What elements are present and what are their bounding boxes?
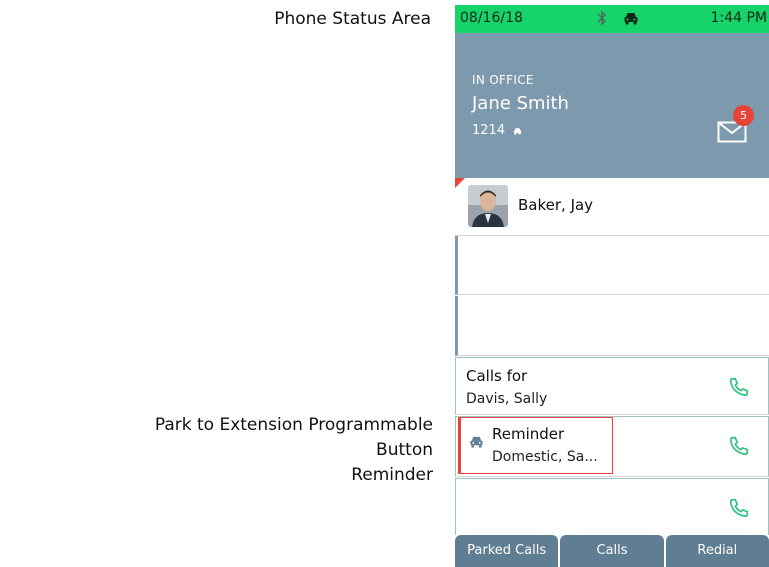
line-key-baker-jay[interactable]: Baker, Jay	[455, 178, 769, 236]
avatar	[468, 185, 508, 227]
softkey-redial[interactable]: Redial	[665, 535, 769, 567]
status-time: 1:44 PM	[710, 10, 767, 26]
user-name: Jane Smith	[472, 93, 569, 114]
softkey-calls[interactable]: Calls	[560, 535, 664, 567]
softkey-bar: Parked Calls Calls Redial	[455, 535, 769, 567]
phone-handset-icon[interactable]	[728, 435, 750, 457]
phone-screen: 08/16/18 1:44 PM IN OFFICE Jane Smith 12…	[455, 5, 769, 567]
callout-park-line1: Park to Extension Programmable Button	[154, 415, 433, 460]
presence-status: IN OFFICE	[472, 73, 534, 87]
line-key-subtitle: Davis, Sally	[466, 391, 548, 407]
status-date: 08/16/18	[460, 10, 523, 26]
line-key-calls-for[interactable]: Calls for Davis, Sally	[455, 357, 769, 415]
extension-number: 1214	[472, 123, 506, 138]
bluetooth-icon	[597, 10, 607, 26]
voicemail-count-badge: 5	[733, 105, 754, 126]
user-extension: 1214	[472, 123, 522, 138]
car-icon	[624, 13, 638, 25]
line-key-empty[interactable]	[455, 478, 769, 536]
line-key-subtitle: Domestic, Sa...	[492, 449, 598, 465]
callout-park-to-extension: Park to Extension Programmable Button Re…	[103, 413, 433, 488]
car-icon	[470, 436, 483, 448]
line-key-title: Reminder	[492, 425, 565, 443]
callout-phone-status-area: Phone Status Area	[274, 9, 431, 29]
phone-handset-icon[interactable]	[728, 497, 750, 519]
car-icon	[514, 127, 522, 135]
line-key-title: Calls for	[466, 367, 528, 385]
line-key-empty[interactable]	[455, 296, 769, 356]
line-key-label: Baker, Jay	[518, 196, 594, 214]
park-to-extension-reminder-button[interactable]: Reminder Domestic, Sa...	[455, 416, 769, 477]
status-bar: 08/16/18 1:44 PM	[455, 5, 769, 33]
line-key-empty[interactable]	[455, 236, 769, 295]
alert-corner-marker	[455, 178, 465, 188]
user-header: IN OFFICE Jane Smith 1214 5	[455, 33, 769, 178]
softkey-parked-calls[interactable]: Parked Calls	[455, 535, 559, 567]
callout-park-line2: Reminder	[351, 465, 433, 485]
phone-handset-icon[interactable]	[728, 376, 750, 398]
